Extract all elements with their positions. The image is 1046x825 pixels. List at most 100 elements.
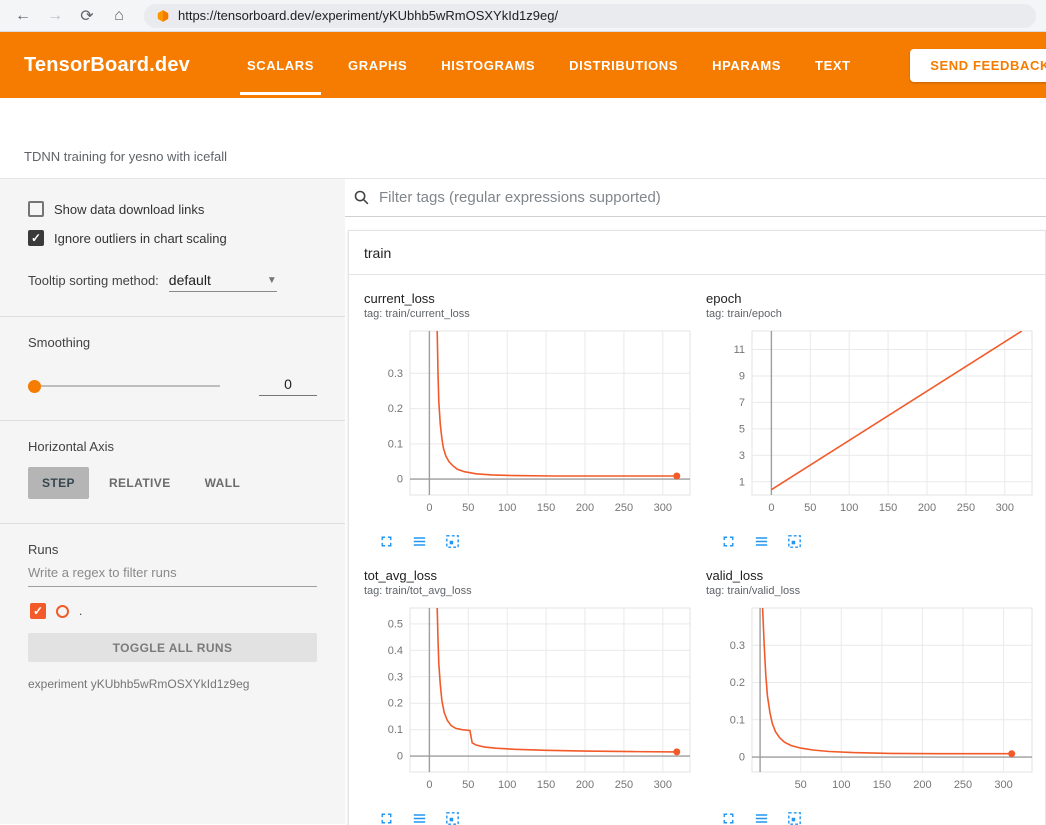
- svg-text:200: 200: [576, 502, 594, 514]
- checkbox-checked-icon: ✓: [28, 230, 44, 246]
- checkbox-unchecked-icon: [28, 201, 44, 217]
- svg-text:100: 100: [832, 779, 850, 791]
- run-list-item[interactable]: ✓ .: [30, 603, 317, 619]
- runs-regex-input[interactable]: [28, 557, 317, 587]
- svg-text:200: 200: [576, 779, 594, 791]
- send-feedback-button[interactable]: SEND FEEDBACK: [910, 49, 1046, 82]
- svg-text:0: 0: [397, 751, 403, 763]
- chart-title: epoch: [706, 291, 1042, 306]
- svg-text:0: 0: [739, 752, 745, 764]
- smoothing-label: Smoothing: [28, 335, 317, 350]
- expand-chart-icon[interactable]: [720, 810, 737, 825]
- chevron-down-icon: ▼: [267, 275, 277, 286]
- expand-chart-icon[interactable]: [378, 533, 395, 550]
- svg-text:5: 5: [739, 423, 745, 435]
- brand-title: TensorBoard.dev: [24, 54, 190, 77]
- chart-toolbar: [378, 810, 700, 825]
- reload-icon[interactable]: ⟳: [74, 3, 100, 29]
- tag-filter-input[interactable]: [379, 189, 1046, 206]
- horizontal-axis-buttons: STEP RELATIVE WALL: [28, 467, 317, 499]
- chart-tag: tag: train/epoch: [706, 308, 1042, 320]
- svg-text:0.2: 0.2: [730, 677, 745, 689]
- chart-toolbar: [720, 810, 1042, 825]
- chart-plot[interactable]: 00.10.20.30.40.5050100150200250300: [364, 603, 700, 799]
- slider-thumb[interactable]: [28, 380, 41, 393]
- svg-text:300: 300: [996, 502, 1014, 514]
- horizontal-axis-label: Horizontal Axis: [28, 439, 317, 454]
- run-checkbox-checked-icon[interactable]: ✓: [30, 603, 46, 619]
- svg-text:50: 50: [462, 502, 474, 514]
- search-icon: [353, 189, 370, 206]
- data-table-icon[interactable]: [411, 810, 428, 825]
- divider: [0, 420, 345, 421]
- data-table-icon[interactable]: [411, 533, 428, 550]
- main-panel: train current_losstag: train/current_los…: [345, 179, 1046, 824]
- data-table-icon[interactable]: [753, 533, 770, 550]
- forward-icon[interactable]: →: [42, 3, 68, 29]
- data-table-icon[interactable]: [753, 810, 770, 825]
- svg-text:100: 100: [498, 779, 516, 791]
- svg-text:0.3: 0.3: [388, 368, 403, 380]
- svg-text:50: 50: [462, 779, 474, 791]
- expand-chart-icon[interactable]: [378, 810, 395, 825]
- app-header: TensorBoard.dev SCALARS GRAPHS HISTOGRAM…: [0, 32, 1046, 98]
- tab-hparams[interactable]: HPARAMS: [695, 32, 798, 98]
- main-nav: SCALARS GRAPHS HISTOGRAMS DISTRIBUTIONS …: [230, 32, 868, 98]
- svg-text:150: 150: [537, 502, 555, 514]
- svg-text:0.3: 0.3: [730, 640, 745, 652]
- smoothing-slider[interactable]: [28, 379, 220, 393]
- address-bar[interactable]: https://tensorboard.dev/experiment/yKUbh…: [144, 4, 1036, 28]
- run-color-swatch-icon: [56, 605, 69, 618]
- tab-histograms[interactable]: HISTOGRAMS: [424, 32, 552, 98]
- tensorboard-favicon: [156, 9, 170, 23]
- toggle-all-runs-button[interactable]: TOGGLE ALL RUNS: [28, 633, 317, 662]
- tab-text[interactable]: TEXT: [798, 32, 868, 98]
- chart-title: valid_loss: [706, 568, 1042, 583]
- axis-wall-button[interactable]: WALL: [191, 467, 255, 499]
- svg-text:50: 50: [795, 779, 807, 791]
- chart-card-tot_avg_loss: tot_avg_losstag: train/tot_avg_loss00.10…: [364, 568, 700, 825]
- svg-text:100: 100: [498, 502, 516, 514]
- svg-text:200: 200: [913, 779, 931, 791]
- section-title-train[interactable]: train: [349, 231, 1045, 275]
- tooltip-sorting-select[interactable]: default ▼: [169, 272, 277, 292]
- svg-text:200: 200: [918, 502, 936, 514]
- svg-text:150: 150: [879, 502, 897, 514]
- smoothing-row: 0: [28, 376, 317, 396]
- fit-domain-icon[interactable]: [444, 810, 461, 825]
- settings-sidebar: Show data download links ✓ Ignore outlie…: [0, 179, 345, 824]
- tab-scalars[interactable]: SCALARS: [230, 32, 331, 98]
- tag-filter-row: [345, 179, 1046, 217]
- fit-domain-icon[interactable]: [786, 810, 803, 825]
- tooltip-sorting-row: Tooltip sorting method: default ▼: [28, 272, 317, 292]
- tooltip-sorting-value: default: [169, 272, 211, 288]
- tab-graphs[interactable]: GRAPHS: [331, 32, 424, 98]
- chart-title: current_loss: [364, 291, 700, 306]
- svg-text:0.1: 0.1: [388, 438, 403, 450]
- chart-plot[interactable]: 00.10.20.3050100150200250300: [364, 326, 700, 522]
- axis-relative-button[interactable]: RELATIVE: [95, 467, 185, 499]
- chart-plot[interactable]: 1357911050100150200250300: [706, 326, 1042, 522]
- fit-domain-icon[interactable]: [786, 533, 803, 550]
- ignore-outliers-checkbox[interactable]: ✓ Ignore outliers in chart scaling: [28, 230, 317, 246]
- show-download-links-checkbox[interactable]: Show data download links: [28, 201, 317, 217]
- train-section-card: train current_losstag: train/current_los…: [348, 230, 1046, 825]
- slider-track: [28, 385, 220, 387]
- smoothing-value-input[interactable]: 0: [259, 376, 317, 396]
- svg-text:0: 0: [768, 502, 774, 514]
- svg-text:0.4: 0.4: [388, 645, 403, 657]
- axis-step-button[interactable]: STEP: [28, 467, 89, 499]
- svg-text:300: 300: [654, 502, 672, 514]
- checkbox-label: Show data download links: [54, 202, 204, 217]
- expand-chart-icon[interactable]: [720, 533, 737, 550]
- back-icon[interactable]: ←: [10, 3, 36, 29]
- chart-plot[interactable]: 00.10.20.350100150200250300: [706, 603, 1042, 799]
- chart-tag: tag: train/tot_avg_loss: [364, 585, 700, 597]
- svg-text:0.1: 0.1: [730, 714, 745, 726]
- tab-distributions[interactable]: DISTRIBUTIONS: [552, 32, 695, 98]
- charts-grid: current_losstag: train/current_loss00.10…: [349, 275, 1045, 825]
- svg-text:100: 100: [840, 502, 858, 514]
- home-icon[interactable]: ⌂: [106, 3, 132, 29]
- fit-domain-icon[interactable]: [444, 533, 461, 550]
- chart-tag: tag: train/valid_loss: [706, 585, 1042, 597]
